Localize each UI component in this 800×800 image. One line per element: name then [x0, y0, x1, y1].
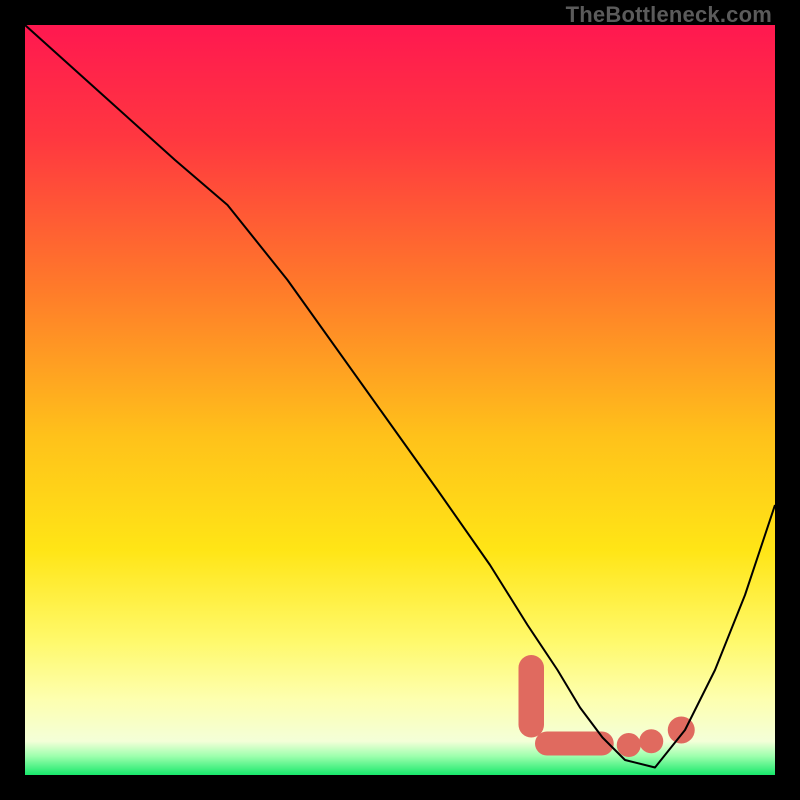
- watermark-text: TheBottleneck.com: [566, 2, 772, 28]
- gradient-background: [25, 25, 775, 775]
- chart-svg: [25, 25, 775, 775]
- chart-frame: [25, 25, 775, 775]
